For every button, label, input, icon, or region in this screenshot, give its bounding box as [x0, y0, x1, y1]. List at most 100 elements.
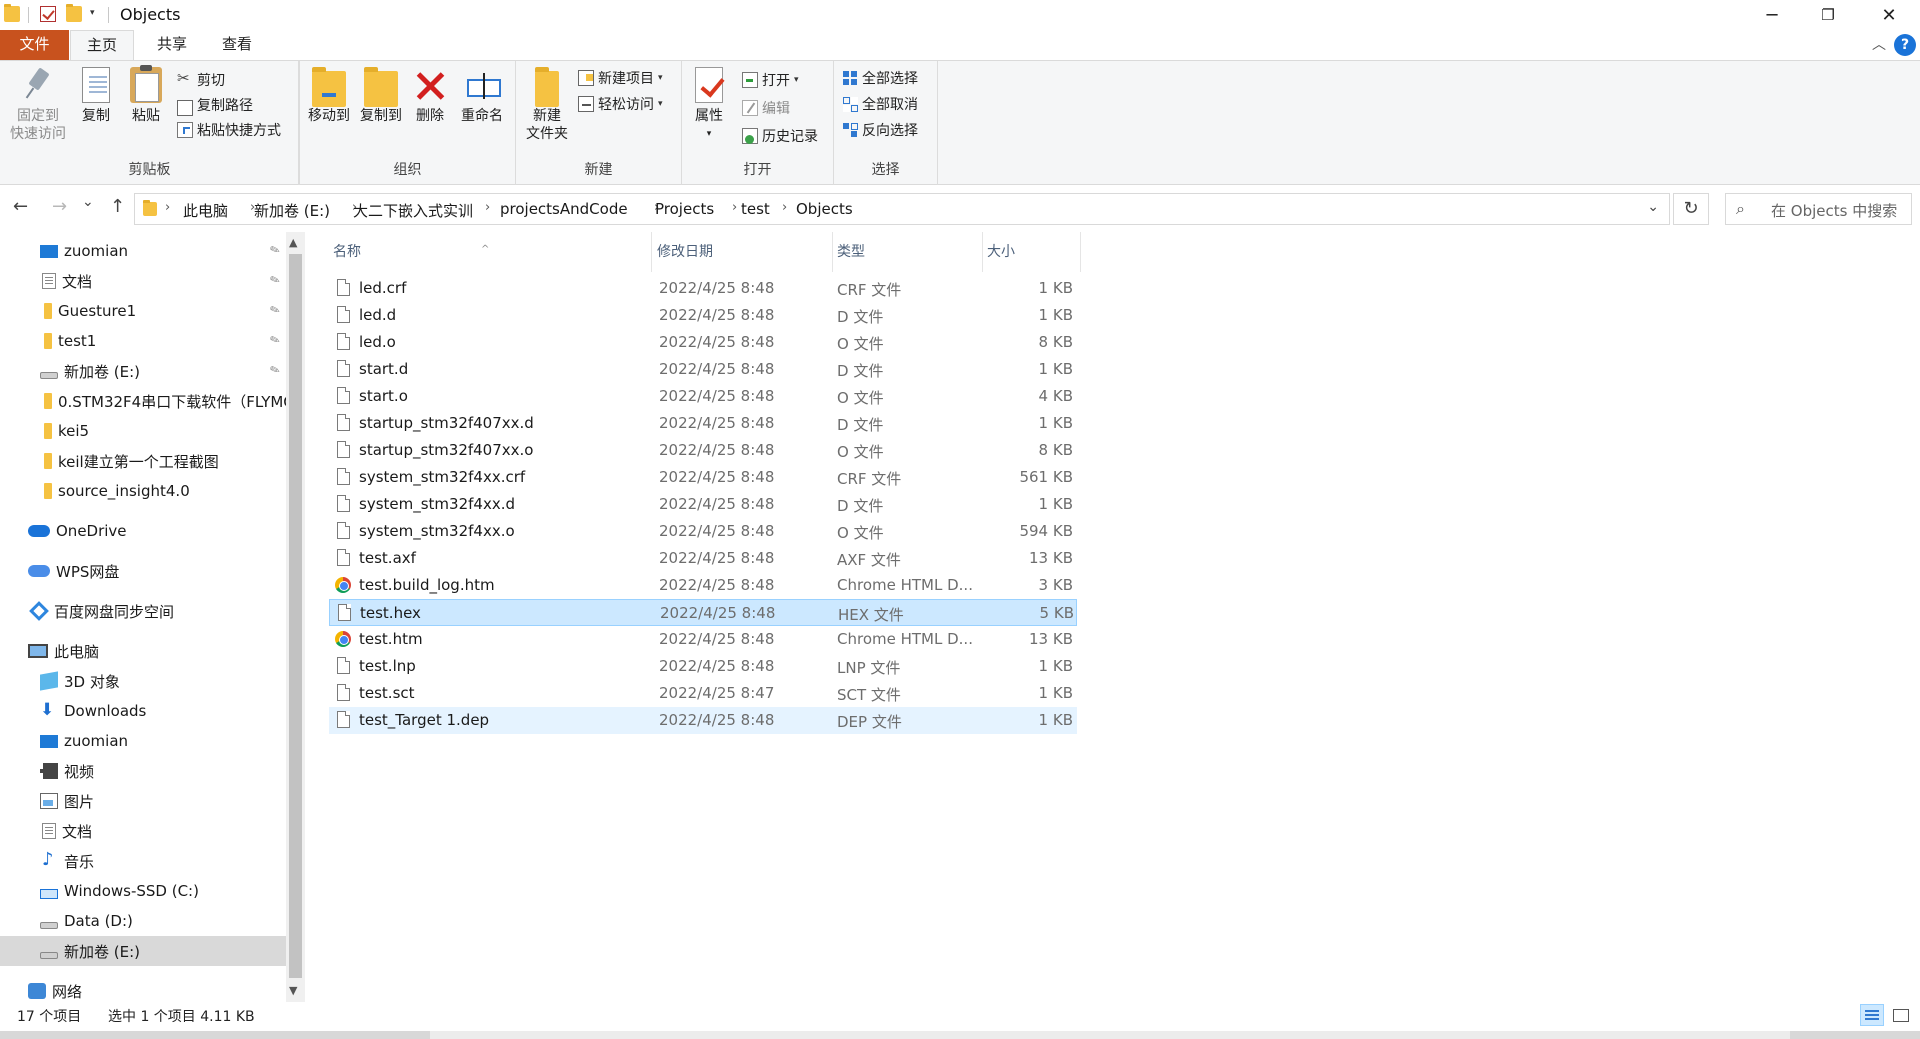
copy-button[interactable]: 复制 — [74, 67, 118, 125]
back-button[interactable]: ← — [13, 196, 28, 217]
table-row[interactable]: test_Target 1.dep 2022/4/25 8:48 DEP 文件 1 K… — [329, 707, 1077, 734]
table-row[interactable]: startup_stm32f407xx.d 2022/4/25 8:48 D 文件 1… — [329, 410, 1077, 437]
sidebar-item[interactable]: keil建立第一个工程截图 — [0, 446, 286, 476]
breadcrumb-test[interactable]: test — [741, 200, 770, 218]
refresh-button[interactable]: ↻ — [1673, 193, 1709, 225]
table-row[interactable]: test.build_log.htm 2022/4/25 8:48 Chrome H… — [329, 572, 1077, 599]
sidebar-item[interactable]: WPS网盘 — [0, 556, 286, 586]
search-input[interactable]: ⌕ 在 Objects 中搜索 — [1725, 193, 1912, 225]
table-row[interactable]: system_stm32f4xx.d 2022/4/25 8:48 D 文件 1 KB — [329, 491, 1077, 518]
column-header-name[interactable]: 名称 ^ — [329, 232, 652, 272]
table-row[interactable]: start.o 2022/4/25 8:48 O 文件 4 KB — [329, 383, 1077, 410]
sidebar-item[interactable]: 新加卷 (E:) ✎ — [0, 356, 286, 386]
maximize-button[interactable]: ❐ — [1800, 0, 1856, 30]
sidebar-item[interactable]: 文档 — [0, 816, 286, 846]
chevron-right-icon[interactable]: › — [165, 200, 170, 215]
sidebar-item[interactable]: test1 ✎ — [0, 326, 286, 356]
table-row[interactable]: start.d 2022/4/25 8:48 D 文件 1 KB — [329, 356, 1077, 383]
tab-file[interactable]: 文件 — [0, 30, 69, 60]
move-to-button[interactable]: 移动到 — [304, 67, 354, 125]
sidebar-item[interactable]: 新加卷 (E:) — [0, 936, 286, 966]
customize-quick-access-dropdown[interactable]: ▾ — [90, 8, 95, 18]
table-row[interactable]: test.sct 2022/4/25 8:47 SCT 文件 1 KB — [329, 680, 1077, 707]
history-button[interactable]: 历史记录 — [742, 125, 818, 147]
select-none-button[interactable]: 全部取消 — [842, 93, 918, 115]
tab-home[interactable]: 主页 — [70, 30, 134, 61]
properties-button[interactable]: 属性 ▾ — [688, 67, 730, 143]
table-row[interactable]: led.o 2022/4/25 8:48 O 文件 8 KB — [329, 329, 1077, 356]
sidebar-item[interactable]: source_insight4.0 — [0, 476, 286, 506]
sidebar-item[interactable]: Data (D:) — [0, 906, 286, 936]
sidebar-item[interactable]: 此电脑 — [0, 636, 286, 666]
sidebar-item[interactable]: 音乐 — [0, 846, 286, 876]
table-row[interactable]: test.hex 2022/4/25 8:48 HEX 文件 5 KB — [329, 599, 1077, 626]
new-folder-button[interactable]: 新建 文件夹 — [522, 67, 572, 143]
sidebar-item[interactable]: Windows-SSD (C:) — [0, 876, 286, 906]
sidebar-item[interactable]: zuomian ✎ — [0, 236, 286, 266]
copy-path-button[interactable]: 复制路径 — [177, 94, 253, 116]
table-row[interactable]: system_stm32f4xx.crf 2022/4/25 8:48 CRF 文件… — [329, 464, 1077, 491]
address-bar[interactable]: › 此电脑 › 新加卷 (E:) › 大二下嵌入式实训 › projectsAn… — [134, 193, 1670, 225]
breadcrumb-objects[interactable]: Objects — [796, 200, 853, 218]
invert-selection-button[interactable]: 反向选择 — [842, 119, 918, 141]
open-button[interactable]: 打开 ▾ — [742, 69, 799, 91]
scroll-down-icon[interactable]: ▼ — [289, 984, 297, 997]
sidebar-item[interactable]: 百度网盘同步空间 — [0, 596, 286, 626]
sidebar-item[interactable]: 0.STM32F4串口下载软件（FLYMCU） — [0, 386, 286, 416]
sidebar-item[interactable]: zuomian — [0, 726, 286, 756]
table-row[interactable]: test.lnp 2022/4/25 8:48 LNP 文件 1 KB — [329, 653, 1077, 680]
breadcrumb-projectsandcode[interactable]: projectsAndCode — [500, 200, 628, 218]
navigation-scrollbar[interactable]: ▲ ▼ — [286, 232, 305, 1002]
scroll-up-icon[interactable]: ▲ — [289, 236, 297, 249]
tab-share[interactable]: 共享 — [140, 30, 204, 60]
table-row[interactable]: startup_stm32f407xx.o 2022/4/25 8:48 O 文件 8… — [329, 437, 1077, 464]
column-header-date[interactable]: 修改日期 — [653, 232, 833, 272]
new-item-button[interactable]: 新建项目 ▾ — [578, 67, 663, 89]
breadcrumb-projects[interactable]: Projects — [655, 200, 714, 218]
large-icons-view-button[interactable] — [1888, 1004, 1912, 1026]
recent-locations-button[interactable]: ⌄ — [82, 194, 94, 210]
help-icon[interactable]: ? — [1894, 34, 1916, 56]
sidebar-item[interactable]: 3D 对象 — [0, 666, 286, 696]
delete-button[interactable]: 删除 — [410, 67, 450, 125]
rename-button[interactable]: 重命名 — [456, 67, 508, 125]
easy-access-button[interactable]: 轻松访问 ▾ — [578, 93, 663, 115]
collapse-ribbon-icon[interactable]: ︿ — [1872, 34, 1886, 54]
close-button[interactable]: ✕ — [1861, 0, 1917, 30]
sidebar-item[interactable]: 图片 — [0, 786, 286, 816]
chevron-right-icon[interactable]: › — [782, 200, 787, 215]
edit-button[interactable]: 编辑 — [742, 97, 790, 119]
table-row[interactable]: led.d 2022/4/25 8:48 D 文件 1 KB — [329, 302, 1077, 329]
forward-button[interactable]: → — [52, 196, 67, 217]
column-header-size[interactable]: 大小 — [983, 232, 1081, 272]
chevron-right-icon[interactable]: › — [732, 200, 737, 215]
column-header-type[interactable]: 类型 — [833, 232, 983, 272]
minimize-button[interactable]: ─ — [1744, 0, 1800, 30]
table-row[interactable]: test.axf 2022/4/25 8:48 AXF 文件 13 KB — [329, 545, 1077, 572]
sidebar-item[interactable]: Guesture1 ✎ — [0, 296, 286, 326]
breadcrumb-embedded-training[interactable]: 大二下嵌入式实训 — [353, 200, 473, 221]
table-row[interactable]: system_stm32f4xx.o 2022/4/25 8:48 O 文件 594 … — [329, 518, 1077, 545]
up-button[interactable]: ↑ — [110, 196, 125, 217]
new-folder-quick-access-icon[interactable] — [66, 4, 82, 22]
sidebar-item[interactable]: kei5 — [0, 416, 286, 446]
pin-to-quick-access-button[interactable]: 固定到 快速访问 — [6, 67, 70, 143]
tab-view[interactable]: 查看 — [205, 30, 269, 60]
horizontal-scrollbar[interactable] — [0, 1031, 1920, 1039]
properties-quick-access-icon[interactable] — [40, 6, 56, 22]
paste-button[interactable]: 粘贴 — [124, 65, 168, 125]
paste-shortcut-button[interactable]: 粘贴快捷方式 — [177, 119, 281, 141]
details-view-button[interactable] — [1860, 1004, 1884, 1026]
sidebar-item[interactable]: Downloads — [0, 696, 286, 726]
sidebar-item[interactable]: OneDrive — [0, 516, 286, 546]
chevron-right-icon[interactable]: › — [485, 200, 490, 215]
breadcrumb-drive-e[interactable]: 新加卷 (E:) — [254, 200, 330, 221]
scrollbar-thumb[interactable] — [289, 254, 302, 978]
sidebar-item[interactable]: 文档 ✎ — [0, 266, 286, 296]
select-all-button[interactable]: 全部选择 — [842, 67, 918, 89]
cut-button[interactable]: 剪切 — [177, 69, 225, 91]
copy-to-button[interactable]: 复制到 — [356, 67, 406, 125]
table-row[interactable]: led.crf 2022/4/25 8:48 CRF 文件 1 KB — [329, 275, 1077, 302]
table-row[interactable]: test.htm 2022/4/25 8:48 Chrome HTML D... 13… — [329, 626, 1077, 653]
address-history-dropdown[interactable]: ⌄ — [1647, 199, 1659, 215]
